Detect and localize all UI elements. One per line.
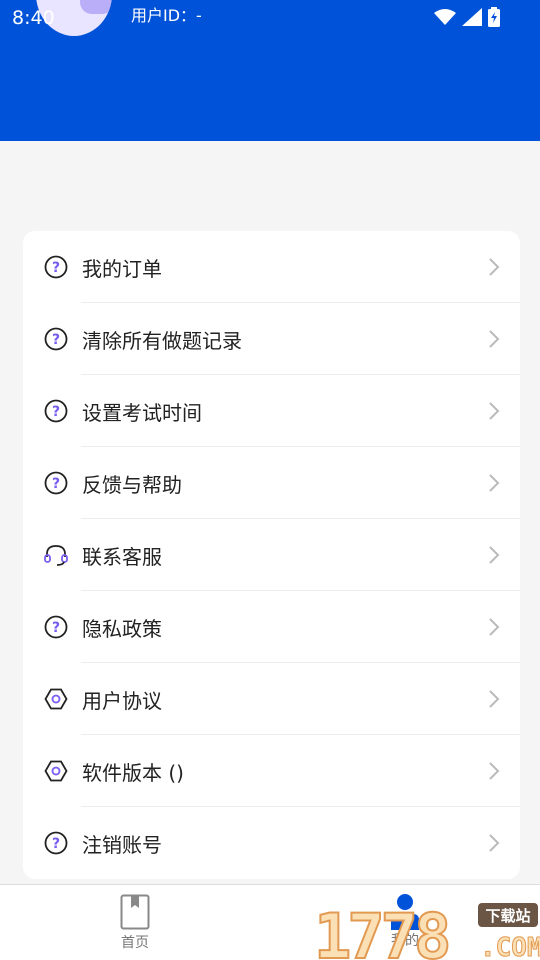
hexagon-icon <box>44 688 68 710</box>
menu-item-delete-account[interactable]: ? 注销账号 <box>23 807 520 879</box>
menu-item-customer-service[interactable]: 联系客服 <box>23 519 520 591</box>
wifi-icon <box>434 9 456 25</box>
question-circle-icon: ? <box>44 327 68 351</box>
chevron-right-icon <box>489 834 500 852</box>
site-watermark-logo: 1778 下载站 .COM <box>314 899 540 960</box>
book-icon <box>120 894 150 930</box>
svg-text:?: ? <box>52 332 60 348</box>
menu-item-label: 联系客服 <box>82 544 162 569</box>
question-circle-icon: ? <box>44 399 68 423</box>
chevron-right-icon <box>489 474 500 492</box>
chevron-right-icon <box>489 258 500 276</box>
status-time: 8:40 <box>12 7 55 29</box>
tab-home-label: 首页 <box>121 935 149 951</box>
svg-text:?: ? <box>52 260 60 276</box>
svg-text:?: ? <box>52 836 60 852</box>
chevron-right-icon <box>489 762 500 780</box>
menu-item-privacy-policy[interactable]: ? 隐私政策 <box>23 591 520 663</box>
status-icons <box>434 7 500 27</box>
svg-text:?: ? <box>52 620 60 636</box>
chevron-right-icon <box>489 690 500 708</box>
question-circle-icon: ? <box>44 255 68 279</box>
question-circle-icon: ? <box>44 471 68 495</box>
menu-item-software-version[interactable]: 软件版本 () <box>23 735 520 807</box>
user-id-label: 用户ID：- <box>131 6 202 25</box>
svg-text:?: ? <box>52 476 60 492</box>
chevron-right-icon <box>489 330 500 348</box>
watermark-domain: .COM <box>480 933 540 960</box>
question-circle-icon: ? <box>44 615 68 639</box>
menu-item-label: 用户协议 <box>82 688 162 713</box>
menu-item-label: 软件版本 () <box>82 760 184 785</box>
menu-item-my-orders[interactable]: ? 我的订单 <box>23 231 520 303</box>
menu-item-label: 反馈与帮助 <box>82 472 182 497</box>
chevron-right-icon <box>489 402 500 420</box>
menu-card: ? 我的订单 ? 清除所有做题记录 ? 设置考试时间 ? 反馈与帮助 联系客服 … <box>23 231 520 879</box>
menu-item-label: 清除所有做题记录 <box>82 328 242 353</box>
menu-item-exam-time[interactable]: ? 设置考试时间 <box>23 375 520 447</box>
battery-icon <box>488 7 500 27</box>
menu-item-label: 隐私政策 <box>82 616 162 641</box>
question-circle-icon: ? <box>44 831 68 855</box>
menu-item-feedback[interactable]: ? 反馈与帮助 <box>23 447 520 519</box>
chevron-right-icon <box>489 618 500 636</box>
menu-item-clear-records[interactable]: ? 清除所有做题记录 <box>23 303 520 375</box>
signal-icon <box>462 8 482 26</box>
hexagon-icon <box>44 760 68 782</box>
menu-item-label: 设置考试时间 <box>82 400 202 425</box>
menu-item-label: 我的订单 <box>82 256 162 281</box>
svg-text:?: ? <box>52 404 60 420</box>
menu-item-label: 注销账号 <box>82 832 162 857</box>
watermark-badge: 下载站 <box>485 907 530 925</box>
headset-icon <box>44 545 68 566</box>
menu-item-user-agreement[interactable]: 用户协议 <box>23 663 520 735</box>
chevron-right-icon <box>489 546 500 564</box>
tab-home[interactable]: 首页 <box>75 885 195 960</box>
profile-header: 8:40 用户ID：- <box>0 0 540 141</box>
watermark-number: 1778 <box>314 900 448 960</box>
